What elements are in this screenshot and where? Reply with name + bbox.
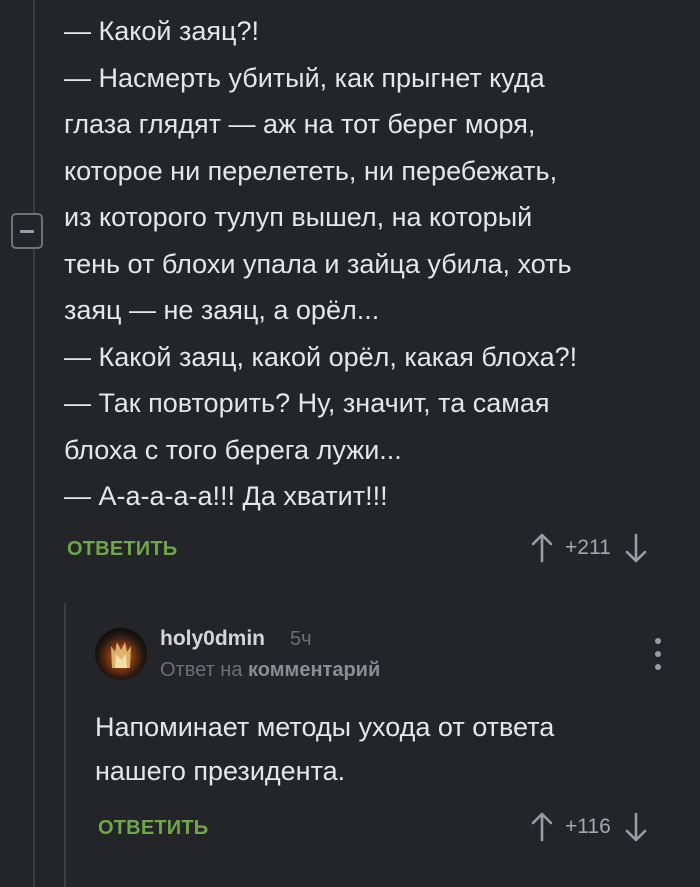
comment-line: глаза глядят — аж на тот берег моря, <box>64 109 536 139</box>
vertical-dots-icon <box>655 638 661 644</box>
parent-comment-text: — Какой заяц?! — Насмерть убитый, как пр… <box>64 8 694 520</box>
arrow-up-icon[interactable] <box>531 533 553 563</box>
comment-score: +116 <box>565 815 611 838</box>
arrow-down-icon[interactable] <box>625 533 647 563</box>
comment-line: тень от блохи упала и зайца убила, хоть <box>64 248 572 279</box>
comment-score: +211 <box>565 536 611 559</box>
more-options-button[interactable] <box>646 638 670 670</box>
comment-line: — Так повторить? Ну, значит, та самая <box>64 388 550 418</box>
comment-line: блоха с того берега лужи... <box>64 434 402 465</box>
avatar[interactable] <box>95 628 147 680</box>
thread-line <box>33 0 35 887</box>
minus-icon <box>20 229 34 233</box>
vertical-dots-icon-dot <box>655 664 661 670</box>
reply-thread-line <box>64 603 66 887</box>
vote-controls: +116 <box>531 812 647 842</box>
reply-to-link[interactable]: комментарий <box>248 659 380 681</box>
comment-line: — Насмерть убитый, как прыгнет куда <box>64 62 545 93</box>
comment-line: нашего президента. <box>95 756 346 786</box>
comment-line: — А-а-а-а-а!!! Да хватит!!! <box>64 481 388 511</box>
vote-controls: +211 <box>531 533 647 563</box>
reply-to-prefix: Ответ на <box>160 659 243 681</box>
comment-line: — Какой заяц?! <box>64 16 259 46</box>
comment-line: — Какой заяц, какой орёл, какая блоха?! <box>64 341 578 372</box>
comment-line: которое ни перелететь, ни перебежать, <box>64 155 558 186</box>
reply-to-info: Ответ на комментарий <box>160 659 380 682</box>
vertical-dots-icon-dot <box>655 651 661 657</box>
arrow-down-icon[interactable] <box>625 812 647 842</box>
comment-line: Напоминает методы ухода от ответа <box>95 712 555 742</box>
collapse-thread-button[interactable] <box>11 213 43 249</box>
reply-comment-text: Напоминает методы ухода от ответа нашего… <box>95 705 675 793</box>
username[interactable]: holy0dmin <box>160 627 265 651</box>
comment-line: заяц — не заяц, а орёл... <box>64 295 380 325</box>
reply-button[interactable]: ОТВЕТИТЬ <box>98 817 208 840</box>
comment-line: из которого тулуп вышел, на который <box>64 202 533 232</box>
arrow-up-icon[interactable] <box>531 812 553 842</box>
avatar-image <box>111 642 131 668</box>
comment-time: 5ч <box>290 628 312 650</box>
reply-button[interactable]: ОТВЕТИТЬ <box>67 538 177 561</box>
